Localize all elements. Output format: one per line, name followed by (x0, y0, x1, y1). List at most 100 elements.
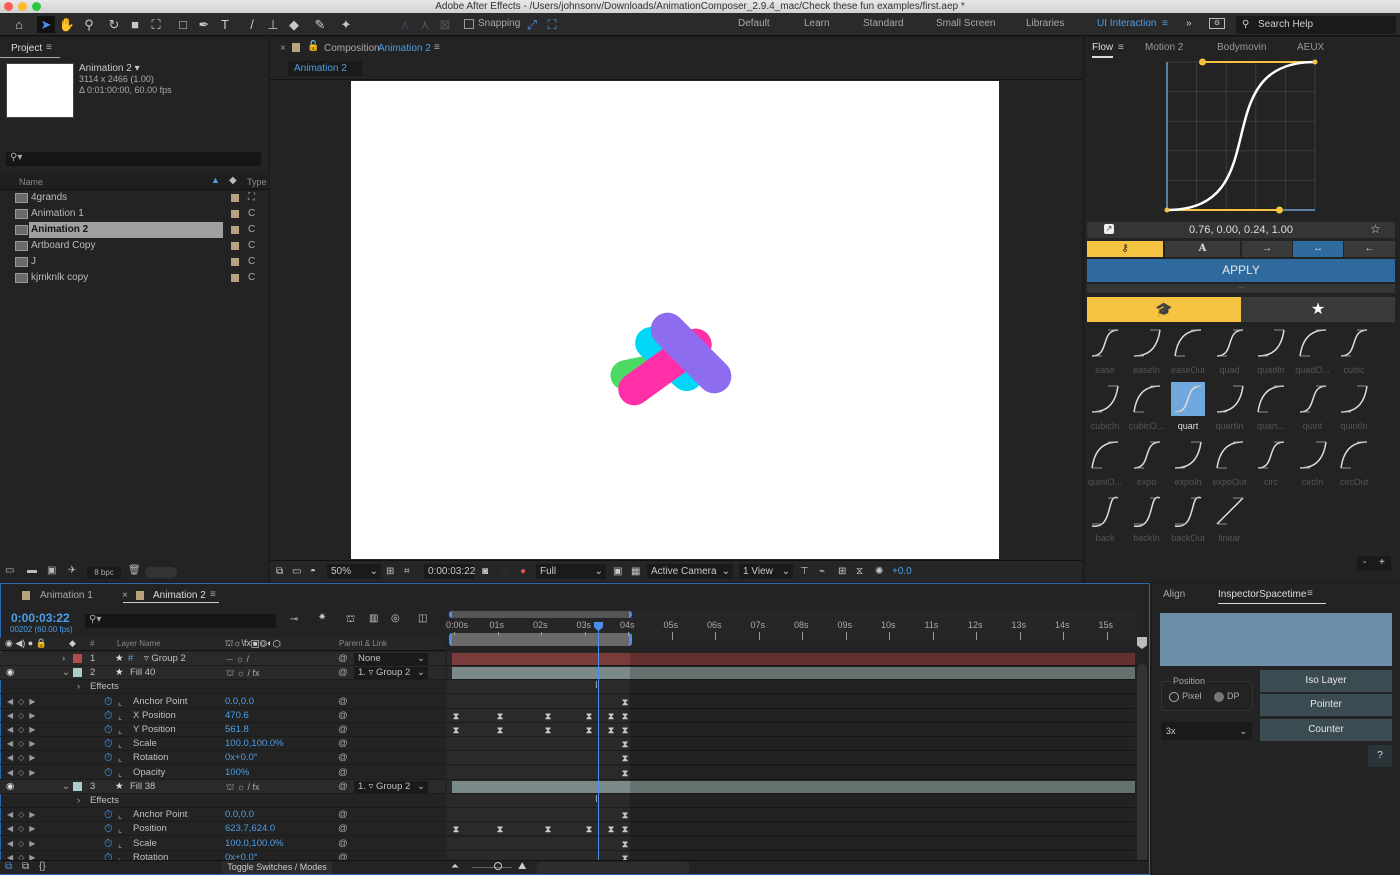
chevron-right-icon[interactable]: › (77, 794, 80, 808)
layer-switches-icon[interactable]: ⧉ (5, 861, 12, 872)
puppet-pin-tool-icon[interactable]: ✦ (337, 16, 355, 33)
bezier-values-text[interactable]: 0.76, 0.00, 0.24, 1.00 (1087, 224, 1395, 236)
ease-preset-linear[interactable]: linear (1210, 494, 1250, 549)
track-row[interactable] (447, 794, 1135, 808)
graph-icon[interactable]: ⌞ (118, 808, 122, 822)
ease-preset-cubico[interactable]: cubicO... (1127, 382, 1167, 437)
roto-brush-tool-icon[interactable]: ✎ (311, 16, 329, 33)
close-window-button[interactable] (4, 2, 13, 11)
graph-icon[interactable]: ⌞ (118, 737, 122, 751)
keyframe-navigator[interactable]: ◀◇▶ (7, 709, 40, 723)
keyframe-icon[interactable]: ⧗ (585, 726, 593, 735)
color-channels-icon[interactable]: ● (520, 566, 526, 577)
chevron-right-icon[interactable]: › (62, 652, 65, 666)
camera-tool-icon[interactable]: ■ (126, 16, 144, 33)
property-value[interactable]: 100.0,100.0% (225, 737, 284, 751)
ease-preset-quart[interactable]: quart (1168, 382, 1208, 437)
property-value[interactable]: 0x+0.0° (225, 751, 258, 765)
layer-switches[interactable]: ⛫ ☼ / fx (226, 666, 260, 680)
fast-previews-icon[interactable]: ▣ (613, 566, 622, 577)
keyframe-icon[interactable]: ⧗ (585, 711, 593, 721)
workspace-learn[interactable]: Learn (804, 18, 830, 29)
layer-switches[interactable]: ⏤ ☼ / (226, 652, 249, 666)
pick-whip-icon[interactable]: @ (338, 652, 348, 666)
layer-name[interactable]: Fill 38 (130, 780, 155, 794)
iso-layer-button[interactable]: Iso Layer (1260, 670, 1392, 692)
layer-label-color[interactable] (73, 654, 82, 663)
keyframe-icon[interactable]: ⧗ (544, 825, 552, 834)
chevron-down-icon[interactable]: ⌄ (62, 780, 70, 794)
resolution-dropdown[interactable]: Full ⌄ (536, 564, 606, 579)
layer-duration-bar[interactable] (452, 667, 1135, 680)
start-point[interactable] (1164, 207, 1170, 213)
stopwatch-icon[interactable]: ⏱ (104, 766, 113, 780)
tab-aeux[interactable]: AEUX (1297, 42, 1324, 53)
keyframe-mode-button[interactable]: ⚷ (1087, 241, 1163, 257)
sort-ascending-icon[interactable]: ▲ (211, 175, 220, 185)
toggle-pixel-aspect-icon[interactable]: ⊤ (800, 566, 809, 577)
local-axis-icon[interactable]: ⋏ (396, 16, 414, 33)
control-point-1[interactable] (1275, 206, 1283, 214)
ease-preset-easein[interactable]: easeIn (1127, 326, 1167, 381)
frame-blending-icon[interactable]: ▥ (369, 613, 378, 624)
search-help-input[interactable]: ⚲ Search Help (1236, 16, 1396, 34)
workspace-menu-icon[interactable]: ≡ (1162, 18, 1168, 29)
label-color-swatch[interactable] (231, 210, 239, 218)
help-button[interactable]: ? (1368, 745, 1392, 767)
stopwatch-icon[interactable]: ⏱ (104, 751, 113, 765)
tab-flow[interactable]: Flow (1092, 42, 1114, 58)
snap-points-icon[interactable]: ⛶ (543, 16, 561, 33)
tab-align[interactable]: Align (1163, 589, 1185, 600)
type-column-header[interactable]: Type (247, 177, 267, 187)
pick-whip-icon[interactable]: @ (338, 822, 348, 836)
close-tab-icon[interactable]: × (122, 590, 128, 601)
thumbnail-slider[interactable] (145, 567, 177, 578)
keyframe-icon[interactable]: ⧗ (496, 825, 504, 834)
keyframe-icon[interactable]: ⧗ (621, 811, 629, 820)
view-layout-dropdown[interactable]: 1 View ⌄ (739, 564, 793, 579)
property-row[interactable]: ◀◇▶ ⏱ ⌞ Scale 100.0,100.0% @ (0, 737, 445, 752)
keyframe-icon[interactable]: ⧗ (544, 711, 552, 721)
presets-library-tab[interactable]: 🎓 (1087, 297, 1241, 322)
project-panel-title[interactable]: Project (11, 43, 42, 54)
effects-group-row[interactable]: › Effects (0, 680, 445, 695)
track-row[interactable] (447, 765, 1135, 780)
workspace-small-screen[interactable]: Small Screen (936, 18, 995, 29)
layer-row[interactable]: › 1 ★ # ▿ Group 2 ⏤ ☼ / @ None ⌄ (0, 652, 445, 666)
ease-preset-quado[interactable]: quadO... (1293, 326, 1333, 381)
graph-icon[interactable]: ⌞ (118, 723, 122, 737)
composition-breadcrumb[interactable]: Animation 2 (288, 61, 362, 76)
eraser-tool-icon[interactable]: ◆ (285, 16, 303, 33)
track-row[interactable] (447, 737, 1135, 752)
property-row[interactable]: ◀◇▶ ⏱ ⌞ Anchor Point 0.0,0.0 @ (0, 695, 445, 709)
ease-preset-ease[interactable]: ease (1085, 326, 1125, 381)
property-value[interactable]: 100% (225, 766, 249, 780)
label-color-swatch[interactable] (231, 194, 239, 202)
keyframe-navigator[interactable]: ◀◇▶ (7, 723, 40, 737)
pick-whip-icon[interactable]: @ (338, 723, 348, 737)
rectangle-tool-icon[interactable]: □ (174, 16, 192, 33)
project-item[interactable]: kjmknlk copy C (0, 270, 268, 286)
draft-3d-icon[interactable]: ✷ (318, 612, 326, 623)
graph-icon[interactable]: ⌞ (118, 822, 122, 836)
track-row[interactable] (447, 836, 1135, 851)
property-value[interactable]: 623.7,624.0 (225, 822, 275, 836)
label-color-swatch[interactable] (231, 258, 239, 266)
snapping-checkbox[interactable] (464, 19, 474, 29)
property-row[interactable]: ◀◇▶ ⏱ ⌞ Anchor Point 0.0,0.0 @ (0, 808, 445, 823)
ease-preset-back[interactable]: back (1085, 494, 1125, 549)
graph-icon[interactable]: ⌞ (118, 751, 122, 765)
selected-item-name[interactable]: Animation 2 ▾ (79, 63, 140, 74)
tab-animation-2[interactable]: Animation 2 (153, 590, 206, 601)
stopwatch-icon[interactable]: ⏱ (104, 808, 113, 822)
workspace-libraries[interactable]: Libraries (1026, 18, 1064, 29)
stopwatch-icon[interactable]: ⏱ (104, 723, 113, 737)
graph-icon[interactable]: ⌞ (118, 766, 122, 780)
panel-menu-icon[interactable]: ≡ (434, 42, 440, 53)
in-out-stretch-icon[interactable]: {} (39, 861, 46, 872)
zoom-tool-icon[interactable]: ⚲ (80, 16, 98, 33)
layer-duration-bar[interactable] (452, 653, 1135, 665)
project-item-selected[interactable]: Animation 2C (0, 222, 268, 238)
zoom-in-time-icon[interactable]: ⛰ (518, 861, 526, 872)
layer-duration-bar[interactable] (452, 780, 1135, 793)
